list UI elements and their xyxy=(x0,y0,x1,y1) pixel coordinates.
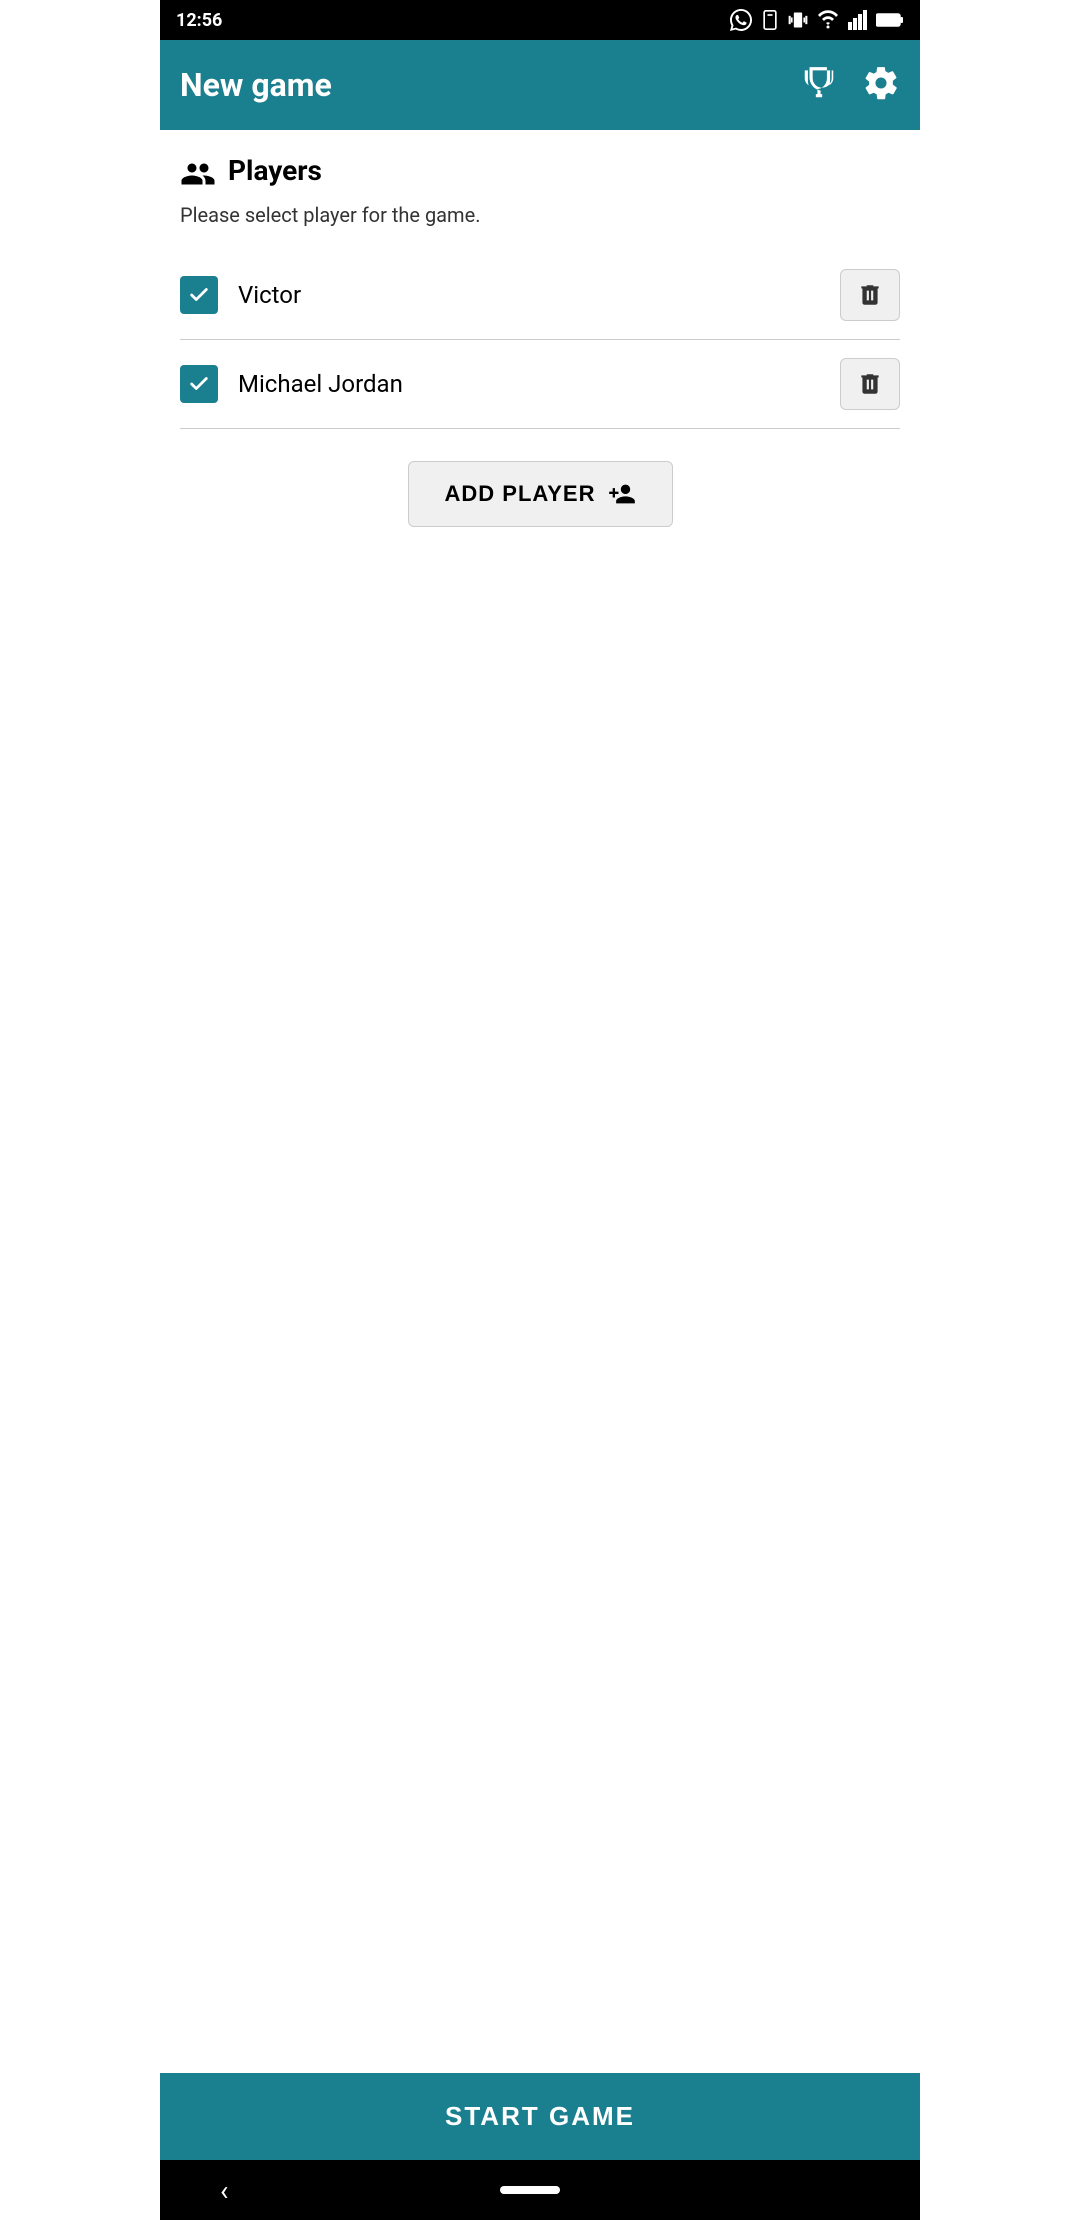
add-person-icon xyxy=(608,480,636,508)
app-bar-actions xyxy=(800,64,900,106)
add-player-button[interactable]: ADD PLAYER xyxy=(408,461,673,527)
delete-player-2-button[interactable] xyxy=(840,358,900,410)
nav-bar: ‹ xyxy=(160,2160,920,2220)
wifi-icon xyxy=(816,10,840,30)
player-2-name: Michael Jordan xyxy=(238,370,403,398)
section-header: Players xyxy=(180,154,900,187)
player-row-left-2: Michael Jordan xyxy=(180,365,403,403)
signal-icon xyxy=(848,10,868,30)
page-title: New game xyxy=(180,66,332,104)
section-subtitle: Please select player for the game. xyxy=(180,203,900,227)
player-1-name: Victor xyxy=(238,281,301,309)
delete-player-1-button[interactable] xyxy=(840,269,900,321)
player-row: Victor xyxy=(180,251,900,340)
bottom-section: START GAME xyxy=(160,2073,920,2160)
add-player-label: ADD PLAYER xyxy=(445,481,596,507)
main-content: Players Please select player for the gam… xyxy=(160,130,920,2073)
trophy-button[interactable] xyxy=(800,64,838,106)
home-pill[interactable] xyxy=(500,2186,560,2194)
start-game-button[interactable]: START GAME xyxy=(160,2073,920,2160)
section-title: Players xyxy=(228,154,322,187)
app-bar: New game xyxy=(160,40,920,130)
status-icons xyxy=(730,9,904,31)
vibrate-icon xyxy=(788,9,808,31)
phone-icon xyxy=(760,9,780,31)
whatsapp-icon xyxy=(730,9,752,31)
status-bar: 12:56 xyxy=(160,0,920,40)
player-1-checkbox[interactable] xyxy=(180,276,218,314)
player-2-checkbox[interactable] xyxy=(180,365,218,403)
battery-icon xyxy=(876,12,904,28)
players-icon xyxy=(180,156,216,186)
back-button[interactable]: ‹ xyxy=(220,2174,228,2207)
status-time: 12:56 xyxy=(176,10,222,31)
player-list: Victor Michael Jordan xyxy=(180,251,900,429)
player-row-left-1: Victor xyxy=(180,276,301,314)
player-row-2: Michael Jordan xyxy=(180,340,900,429)
settings-button[interactable] xyxy=(862,64,900,106)
